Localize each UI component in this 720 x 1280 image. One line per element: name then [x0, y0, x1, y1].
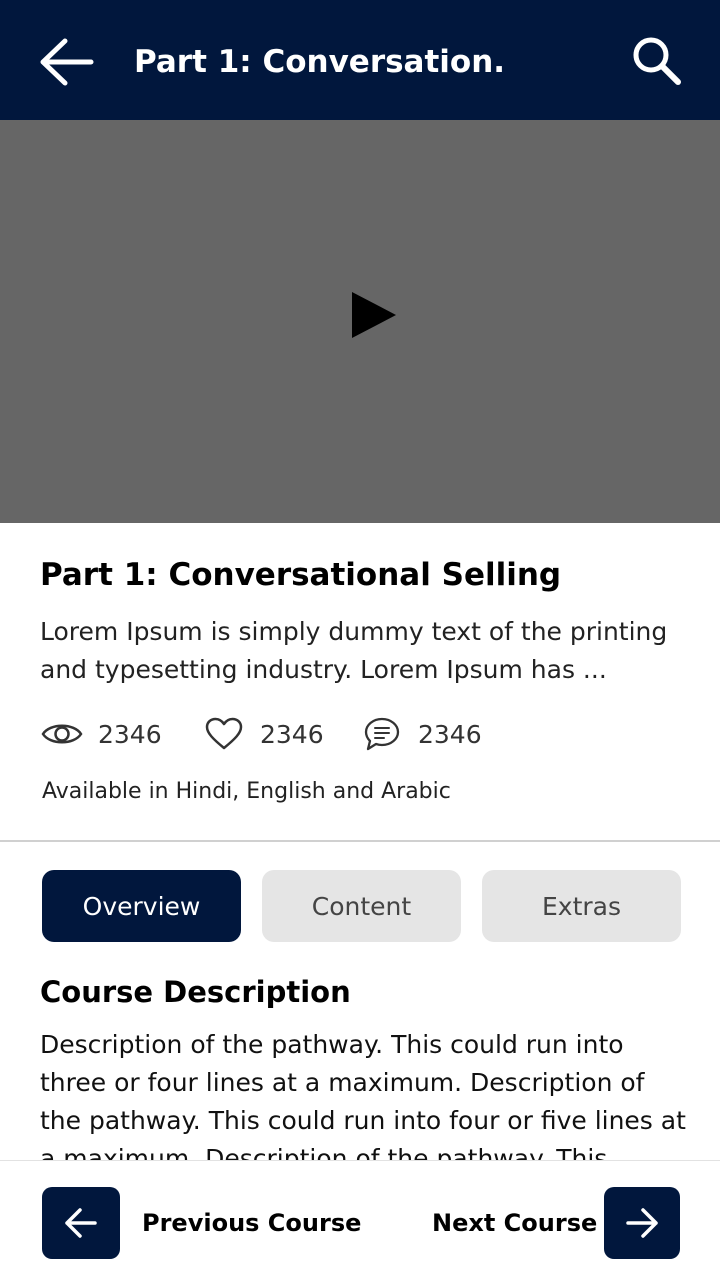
arrow-left-icon — [65, 1208, 97, 1238]
views-stat: 2346 — [40, 712, 162, 756]
course-summary: Lorem Ipsum is simply dummy text of the … — [40, 617, 668, 684]
tab-overview[interactable]: Overview — [42, 870, 241, 942]
comments-stat[interactable]: 2346 — [360, 712, 482, 756]
comment-icon[interactable] — [360, 712, 404, 756]
course-description: Description of the pathway. This could r… — [40, 1030, 686, 1160]
play-button[interactable] — [340, 280, 410, 350]
page-title: Part 1: Conversation... — [134, 44, 504, 80]
app-bar: Part 1: Conversation... — [0, 0, 720, 120]
tab-content[interactable]: Content — [262, 870, 461, 942]
language-availability: Available in Hindi, English and Arabic — [42, 779, 451, 804]
divider — [0, 840, 720, 842]
comments-count: 2346 — [418, 719, 482, 749]
back-button[interactable] — [38, 36, 96, 88]
previous-course-button[interactable] — [42, 1187, 120, 1259]
heart-icon[interactable] — [202, 712, 246, 756]
views-count: 2346 — [98, 719, 162, 749]
course-title: Part 1: Conversational Selling — [40, 557, 562, 593]
likes-stat[interactable]: 2346 — [202, 712, 324, 756]
section-heading: Course Description — [40, 975, 351, 1009]
arrow-left-icon — [40, 38, 94, 86]
tab-extras[interactable]: Extras — [482, 870, 681, 942]
course-navigation-bar: Previous Course Next Course — [0, 1160, 720, 1280]
search-button[interactable] — [626, 30, 686, 90]
search-icon — [633, 37, 681, 85]
likes-count: 2346 — [260, 719, 324, 749]
next-course-label[interactable]: Next Course — [432, 1205, 597, 1241]
tab-bar: Overview Content Extras — [42, 870, 682, 942]
play-icon — [352, 292, 396, 338]
eye-icon — [40, 712, 84, 756]
arrow-right-icon — [626, 1208, 658, 1238]
course-stats: 2346 2346 2346 — [40, 712, 680, 756]
previous-course-label[interactable]: Previous Course — [142, 1205, 361, 1241]
video-player[interactable] — [0, 120, 720, 523]
next-course-button[interactable] — [604, 1187, 680, 1259]
